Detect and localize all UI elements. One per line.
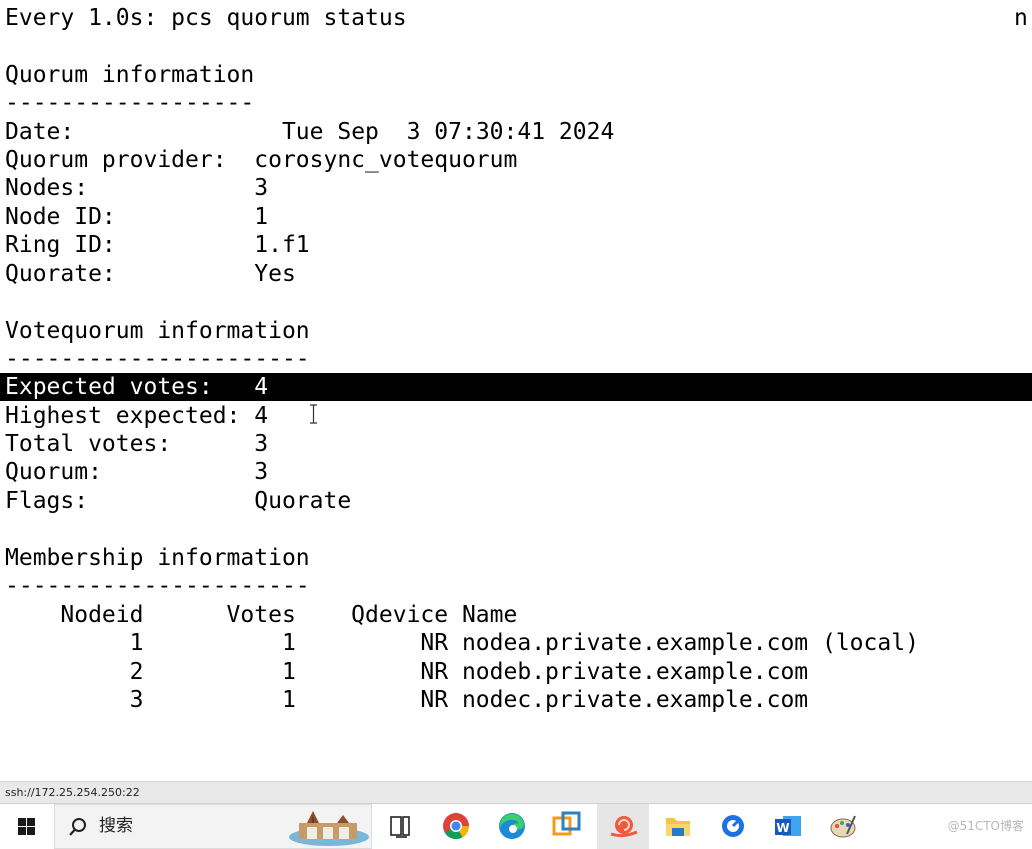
membership-row: 1 1 NR nodea.private.example.com (local)	[5, 630, 919, 656]
membership-section-title: Membership information	[5, 545, 310, 571]
membership-row: 2 1 NR nodeb.private.example.com	[5, 659, 809, 685]
quorum-row-node-id: Node ID: 1	[5, 203, 268, 231]
quorum-row-nodes: Nodes: 3	[5, 174, 268, 202]
row-label: Flags:	[5, 488, 255, 514]
chrome-icon	[443, 813, 470, 840]
vote-row-highest: Highest expected: 4	[5, 402, 268, 430]
vote-row-quorum: Quorum: 3	[5, 458, 268, 486]
membership-row: 3 1 NR nodec.private.example.com	[5, 687, 809, 713]
terminal-window[interactable]: Every 1.0s: pcs quorum status n Quorum i…	[0, 0, 1032, 781]
windows-taskbar: 搜索 W	[0, 803, 1032, 849]
quorum-row-provider: Quorum provider: corosync_votequorum	[5, 146, 517, 174]
connection-status-bar: ssh://172.25.254.250:22	[0, 781, 1032, 803]
watch-header-right: n	[1014, 5, 1028, 31]
taskbar-app-word[interactable]: W	[762, 804, 814, 849]
taskbar-app-file-explorer[interactable]	[652, 804, 704, 849]
connection-url: ssh://172.25.254.250:22	[5, 786, 140, 799]
watch-header: Every 1.0s: pcs quorum status	[5, 5, 407, 31]
quorum-separator: ------------------	[5, 90, 255, 116]
row-value: 3	[254, 175, 269, 201]
edge-icon	[499, 813, 525, 839]
snail-icon	[610, 816, 638, 838]
row-label: Quorate:	[5, 261, 255, 287]
search-icon	[69, 818, 86, 836]
row-label: Highest expected:	[5, 403, 255, 429]
paint-icon	[830, 815, 856, 838]
taskbar-app-chrome[interactable]	[430, 804, 482, 849]
row-value: Tue Sep 3 07:30:41 2024	[281, 119, 615, 145]
row-value: 3	[254, 459, 269, 485]
search-label: 搜索	[99, 816, 133, 836]
votequorum-separator: ----------------------	[5, 346, 310, 372]
task-view-button[interactable]	[374, 804, 426, 849]
row-value: 1	[254, 204, 269, 230]
vote-row-flags: Flags: Quorate	[5, 487, 351, 515]
row-value: Quorate	[254, 488, 352, 514]
row-label: Quorum:	[5, 459, 255, 485]
membership-separator: ----------------------	[5, 573, 310, 599]
quorum-row-date: Date: Tue Sep 3 07:30:41 2024	[5, 118, 614, 146]
row-label: Expected votes:	[5, 374, 255, 400]
quorum-row-quorate: Quorate: Yes	[5, 260, 296, 288]
row-value: corosync_votequorum	[254, 147, 518, 173]
row-value: 1.f1	[254, 232, 310, 258]
folder-icon	[666, 818, 690, 836]
taskbar-app-snail[interactable]	[597, 804, 649, 849]
windows-logo-icon	[18, 818, 35, 835]
quorum-section-title: Quorum information	[5, 62, 255, 88]
row-value: 4	[254, 403, 269, 429]
row-label: Nodes:	[5, 175, 255, 201]
taskbar-app-paint[interactable]	[817, 804, 869, 849]
vote-row-expected[interactable]: Expected votes: 4	[5, 373, 268, 401]
task-view-icon	[390, 816, 410, 838]
row-label: Ring ID:	[5, 232, 255, 258]
quorum-row-ring-id: Ring ID: 1.f1	[5, 231, 310, 259]
row-value: Yes	[254, 261, 296, 287]
taskbar-app-feishu[interactable]	[707, 804, 759, 849]
taskbar-search-box[interactable]: 搜索	[54, 804, 372, 849]
votequorum-section-title: Votequorum information	[5, 318, 310, 344]
row-label: Date:	[5, 119, 282, 145]
row-value: 4	[254, 374, 269, 400]
row-label: Quorum provider:	[5, 147, 255, 173]
vote-row-total: Total votes: 3	[5, 430, 268, 458]
feishu-icon	[722, 815, 744, 837]
text-cursor-icon	[310, 404, 317, 424]
row-label: Total votes:	[5, 431, 255, 457]
svg-text:W: W	[776, 821, 789, 835]
search-highlight-icon	[289, 811, 369, 846]
row-label: Node ID:	[5, 204, 255, 230]
taskbar-app-edge[interactable]	[486, 804, 538, 849]
taskbar-app-vmware[interactable]	[541, 804, 593, 849]
watermark: @51CTO博客	[947, 819, 1024, 833]
start-button[interactable]	[0, 804, 54, 849]
vmware-icon	[552, 811, 581, 836]
word-icon: W	[775, 816, 801, 836]
membership-table-header: Nodeid Votes Qdevice Name	[5, 602, 518, 628]
row-value: 3	[254, 431, 269, 457]
